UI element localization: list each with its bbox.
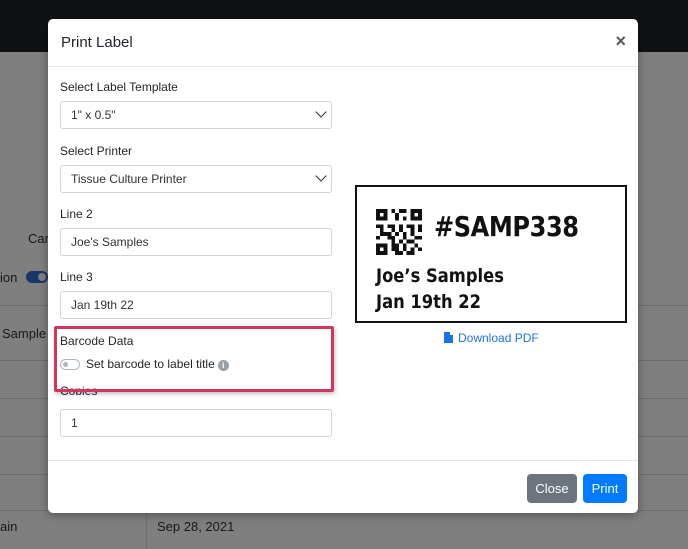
chevron-down-icon <box>315 106 327 118</box>
line3-label: Line 3 <box>60 270 93 284</box>
close-icon[interactable]: × <box>615 31 626 51</box>
info-icon[interactable]: i <box>217 360 229 371</box>
label-preview: #SAMP338 Joe’s Samples Jan 19th 22 <box>355 185 627 323</box>
chevron-down-icon <box>315 170 327 182</box>
barcode-label: Barcode Data <box>60 334 134 348</box>
modal-title: Print Label <box>61 34 133 51</box>
printer-label: Select Printer <box>60 144 133 158</box>
label-preview-line3: Jan 19th 22 <box>376 291 482 313</box>
line2-input[interactable]: Joe's Samples <box>60 228 332 256</box>
download-pdf-link[interactable]: Download PDF <box>444 331 539 345</box>
barcode-toggle[interactable] <box>60 359 80 370</box>
qr-code-icon <box>376 209 422 255</box>
line3-input[interactable]: Jan 19th 22 <box>60 291 332 319</box>
modal-footer: Close Print <box>48 460 638 513</box>
line2-label: Line 2 <box>60 207 93 221</box>
label-preview-title: #SAMP338 <box>434 210 579 243</box>
toggle-knob <box>63 362 68 367</box>
printer-select[interactable]: Tissue Culture Printer <box>60 165 332 193</box>
print-button[interactable]: Print <box>583 474 627 503</box>
template-label: Select Label Template <box>60 80 178 94</box>
download-pdf-label: Download PDF <box>458 331 539 345</box>
printer-select-value: Tissue Culture Printer <box>71 172 187 186</box>
barcode-toggle-text: Set barcode to label title <box>86 357 215 371</box>
template-select[interactable]: 1" x 0.5" <box>60 101 332 129</box>
copies-input[interactable]: 1 <box>60 409 332 437</box>
print-label-modal: Print Label × Select Label Template 1" x… <box>48 19 638 513</box>
label-preview-line2: Joe’s Samples <box>376 265 504 287</box>
template-select-value: 1" x 0.5" <box>71 108 116 122</box>
modal-header: Print Label × <box>48 19 638 67</box>
file-pdf-icon <box>444 332 453 343</box>
close-button[interactable]: Close <box>527 474 577 503</box>
barcode-toggle-label[interactable]: Set barcode to label title i <box>86 357 229 371</box>
